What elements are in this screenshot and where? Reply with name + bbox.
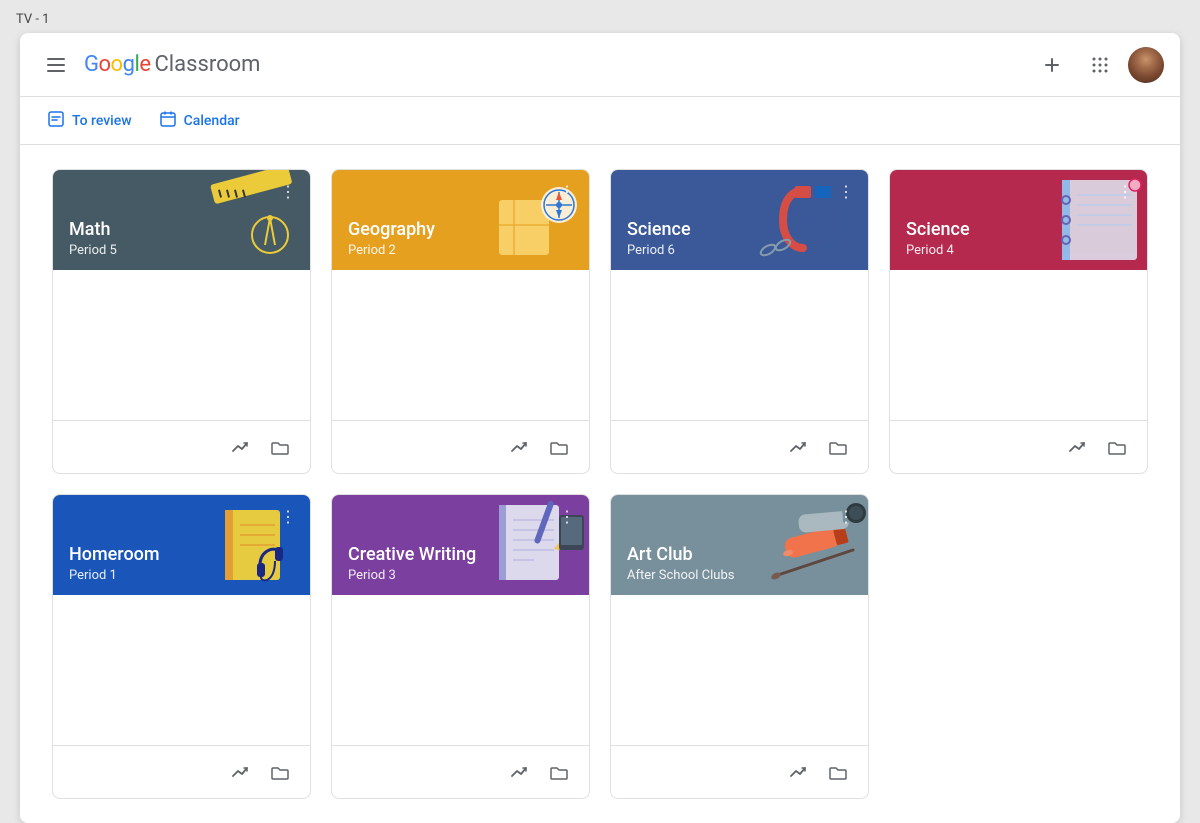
card-art-club[interactable]: Art Club After School Clubs ⋮ bbox=[610, 494, 869, 799]
hamburger-menu-button[interactable] bbox=[36, 45, 76, 85]
main-content: Math Period 5 ⋮ bbox=[20, 145, 1180, 823]
to-review-nav-item[interactable]: To review bbox=[36, 105, 144, 137]
card-art-club-menu-button[interactable]: ⋮ bbox=[832, 503, 860, 531]
card-science4-subtitle: Period 4 bbox=[906, 243, 1131, 258]
card-science6[interactable]: Science Period 6 ⋮ bbox=[610, 169, 869, 474]
card-geography-menu-button[interactable]: ⋮ bbox=[553, 178, 581, 206]
card-homeroom-header: Homeroom Period 1 ⋮ bbox=[53, 495, 310, 595]
card-art-club-folder-button[interactable] bbox=[820, 754, 856, 790]
card-science6-body bbox=[611, 270, 868, 420]
card-homeroom-footer bbox=[53, 745, 310, 798]
card-math-trend-button[interactable] bbox=[222, 429, 258, 465]
card-science4[interactable]: Science Period 4 ⋮ bbox=[889, 169, 1148, 474]
card-homeroom-trend-button[interactable] bbox=[222, 754, 258, 790]
card-art-club-trend-button[interactable] bbox=[780, 754, 816, 790]
card-science6-subtitle: Period 6 bbox=[627, 243, 852, 258]
card-art-club-subtitle: After School Clubs bbox=[627, 568, 852, 583]
card-art-club-header: Art Club After School Clubs ⋮ bbox=[611, 495, 868, 595]
card-creative-writing-body bbox=[332, 595, 589, 745]
card-geography[interactable]: Geography Period 2 ⋮ bbox=[331, 169, 590, 474]
card-art-club-footer bbox=[611, 745, 868, 798]
logo: Google Classroom bbox=[84, 52, 260, 77]
card-creative-writing-menu-button[interactable]: ⋮ bbox=[553, 503, 581, 531]
cards-row-2: Homeroom Period 1 ⋮ bbox=[52, 494, 1148, 799]
card-science4-header: Science Period 4 ⋮ bbox=[890, 170, 1147, 270]
card-science6-folder-button[interactable] bbox=[820, 429, 856, 465]
nav-bar: To review Calendar bbox=[20, 97, 1180, 145]
card-science4-trend-button[interactable] bbox=[1059, 429, 1095, 465]
card-geography-header: Geography Period 2 ⋮ bbox=[332, 170, 589, 270]
card-science4-menu-button[interactable]: ⋮ bbox=[1111, 178, 1139, 206]
card-art-club-body bbox=[611, 595, 868, 745]
card-science6-footer bbox=[611, 420, 868, 473]
card-geography-body bbox=[332, 270, 589, 420]
calendar-label: Calendar bbox=[184, 113, 240, 129]
card-math-footer bbox=[53, 420, 310, 473]
card-creative-writing-subtitle: Period 3 bbox=[348, 568, 573, 583]
card-creative-writing[interactable]: Creative Writing Period 3 ⋮ bbox=[331, 494, 590, 799]
card-geography-trend-button[interactable] bbox=[501, 429, 537, 465]
calendar-icon bbox=[160, 111, 176, 131]
card-homeroom-menu-button[interactable]: ⋮ bbox=[274, 503, 302, 531]
card-creative-writing-header: Creative Writing Period 3 ⋮ bbox=[332, 495, 589, 595]
card-math[interactable]: Math Period 5 ⋮ bbox=[52, 169, 311, 474]
cards-row-1: Math Period 5 ⋮ bbox=[52, 169, 1148, 474]
card-math-subtitle: Period 5 bbox=[69, 243, 294, 258]
card-math-title: Math bbox=[69, 219, 294, 241]
card-science6-header: Science Period 6 ⋮ bbox=[611, 170, 868, 270]
avatar[interactable] bbox=[1128, 47, 1164, 83]
card-science4-folder-button[interactable] bbox=[1099, 429, 1135, 465]
card-art-club-title: Art Club bbox=[627, 544, 852, 566]
card-homeroom[interactable]: Homeroom Period 1 ⋮ bbox=[52, 494, 311, 799]
header: Google Classroom bbox=[20, 33, 1180, 97]
calendar-nav-item[interactable]: Calendar bbox=[148, 105, 252, 137]
apps-button[interactable] bbox=[1080, 45, 1120, 85]
card-math-menu-button[interactable]: ⋮ bbox=[274, 178, 302, 206]
to-review-icon bbox=[48, 111, 64, 131]
card-geography-subtitle: Period 2 bbox=[348, 243, 573, 258]
card-geography-footer bbox=[332, 420, 589, 473]
card-geography-folder-button[interactable] bbox=[541, 429, 577, 465]
card-homeroom-title: Homeroom bbox=[69, 544, 294, 566]
window-title: TV - 1 bbox=[0, 0, 1200, 33]
card-creative-writing-title: Creative Writing bbox=[348, 544, 573, 566]
card-science6-menu-button[interactable]: ⋮ bbox=[832, 178, 860, 206]
card-creative-writing-footer bbox=[332, 745, 589, 798]
card-math-body bbox=[53, 270, 310, 420]
card-science4-title: Science bbox=[906, 219, 1131, 241]
card-math-folder-button[interactable] bbox=[262, 429, 298, 465]
card-science6-title: Science bbox=[627, 219, 852, 241]
avatar-image bbox=[1128, 47, 1164, 83]
card-math-header: Math Period 5 ⋮ bbox=[53, 170, 310, 270]
app-window: Google Classroom bbox=[20, 33, 1180, 823]
header-actions bbox=[1032, 45, 1164, 85]
card-science6-trend-button[interactable] bbox=[780, 429, 816, 465]
card-creative-writing-folder-button[interactable] bbox=[541, 754, 577, 790]
card-homeroom-body bbox=[53, 595, 310, 745]
to-review-label: To review bbox=[72, 113, 132, 129]
logo-classroom-text: Classroom bbox=[154, 52, 260, 77]
card-homeroom-folder-button[interactable] bbox=[262, 754, 298, 790]
card-homeroom-subtitle: Period 1 bbox=[69, 568, 294, 583]
card-science4-body bbox=[890, 270, 1147, 420]
logo-google-text: Google bbox=[84, 52, 150, 77]
card-science4-footer bbox=[890, 420, 1147, 473]
card-creative-writing-trend-button[interactable] bbox=[501, 754, 537, 790]
card-geography-title: Geography bbox=[348, 219, 573, 241]
add-button[interactable] bbox=[1032, 45, 1072, 85]
